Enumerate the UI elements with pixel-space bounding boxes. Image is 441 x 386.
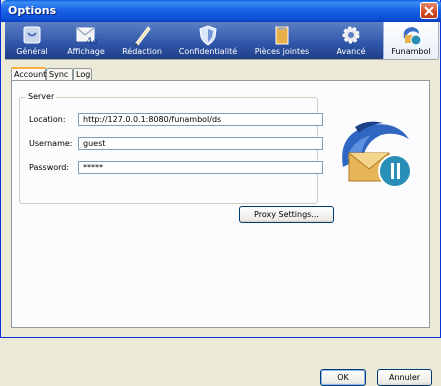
tab-account-label: Account bbox=[14, 70, 47, 79]
username-label: Username: bbox=[29, 139, 73, 148]
tab-attachments-label: Pièces jointes bbox=[254, 47, 310, 56]
tab-compose[interactable]: Rédaction bbox=[113, 22, 171, 59]
proxy-settings-button[interactable]: Proxy Settings... bbox=[239, 206, 334, 223]
tab-general[interactable]: Général bbox=[5, 22, 59, 59]
location-label: Location: bbox=[29, 115, 66, 124]
tab-log[interactable]: Log bbox=[73, 68, 92, 80]
tab-account[interactable]: Account bbox=[11, 67, 46, 81]
ok-button[interactable]: OK bbox=[320, 369, 366, 386]
tab-privacy-label: Confidentialité bbox=[178, 47, 238, 56]
tab-log-label: Log bbox=[76, 70, 91, 79]
window-title: Options bbox=[8, 4, 57, 17]
tab-advanced-label: Avancé bbox=[336, 47, 366, 56]
tab-funambol-label: Funambol bbox=[391, 47, 431, 56]
funambol-icon bbox=[403, 27, 422, 46]
title-bar[interactable]: Options bbox=[1, 0, 441, 22]
display-icon: Aa bbox=[76, 27, 97, 46]
options-toolbar: Général Aa Affichage Rédaction Confident… bbox=[5, 22, 439, 60]
server-groupbox: Server Location: http://127.0.0.1:8080/f… bbox=[19, 92, 323, 204]
options-content: Account Sync Log Server Location: http:/… bbox=[5, 60, 438, 386]
options-window: Options Général Aa Affichage Rédaction C… bbox=[0, 0, 441, 386]
svg-text:Aa: Aa bbox=[85, 37, 97, 46]
advanced-icon bbox=[342, 26, 360, 44]
privacy-icon bbox=[199, 25, 217, 46]
location-field[interactable]: http://127.0.0.1:8080/funambol/ds bbox=[78, 113, 323, 126]
general-icon bbox=[23, 26, 41, 44]
password-label: Password: bbox=[29, 163, 70, 172]
account-panel: Server Location: http://127.0.0.1:8080/f… bbox=[11, 80, 430, 328]
server-legend: Server bbox=[26, 92, 57, 101]
tab-compose-label: Rédaction bbox=[122, 47, 162, 56]
cancel-button[interactable]: Annuler bbox=[377, 369, 432, 386]
close-icon bbox=[424, 6, 434, 16]
tab-privacy[interactable]: Confidentialité bbox=[171, 22, 245, 59]
tab-display-label: Affichage bbox=[67, 47, 105, 56]
username-field[interactable]: guest bbox=[78, 137, 323, 150]
funambol-thunderbird-logo bbox=[342, 121, 412, 188]
attachments-icon bbox=[275, 26, 289, 45]
tab-sync[interactable]: Sync bbox=[46, 68, 73, 80]
tab-attachments[interactable]: Pièces jointes bbox=[245, 22, 319, 59]
password-field[interactable]: ***** bbox=[78, 161, 323, 174]
tab-sync-label: Sync bbox=[49, 70, 69, 79]
tab-display[interactable]: Aa Affichage bbox=[59, 22, 113, 59]
close-button[interactable] bbox=[420, 2, 438, 19]
tab-funambol[interactable]: Funambol bbox=[383, 22, 439, 59]
tab-advanced[interactable]: Avancé bbox=[319, 22, 383, 59]
compose-icon bbox=[135, 26, 151, 46]
tab-general-label: Général bbox=[16, 47, 48, 56]
